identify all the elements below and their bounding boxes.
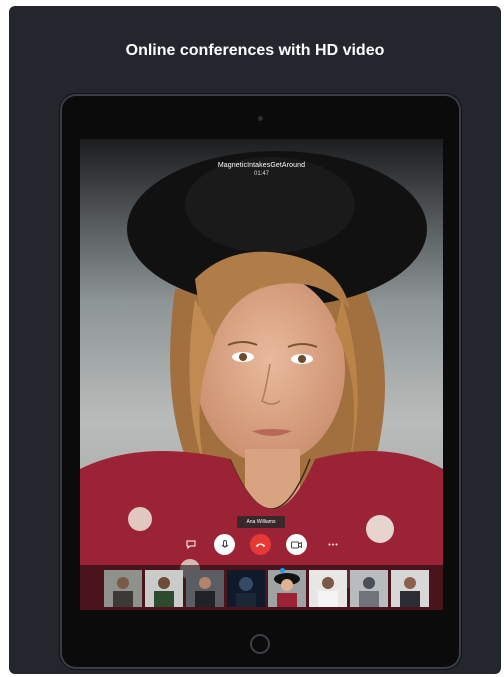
video-camera-icon: [291, 541, 302, 548]
participant-thumbnail[interactable]: [227, 570, 265, 607]
participant-thumbnail[interactable]: [350, 570, 388, 607]
camera-button[interactable]: [286, 534, 307, 555]
more-button[interactable]: [322, 534, 343, 555]
active-speaker-indicator: [280, 568, 285, 573]
phone-hangup-icon: [255, 543, 266, 547]
tablet-camera: [258, 116, 263, 121]
microphone-icon: [221, 539, 228, 547]
participant-thumbnail-active[interactable]: [268, 570, 306, 607]
microphone-button[interactable]: [214, 534, 235, 555]
end-call-button[interactable]: [250, 534, 271, 555]
participant-thumbnail[interactable]: [104, 570, 142, 607]
participant-name-badge: Ana Williams: [237, 516, 285, 528]
tablet-frame: MagneticIntakesGetAround 01:47 Ana Willi…: [60, 94, 461, 669]
call-timer: 01:47: [253, 171, 269, 177]
participant-thumbnail[interactable]: [186, 570, 224, 607]
call-title: MagneticIntakesGetAround: [217, 162, 306, 169]
promo-panel: Online conferences with HD video Magneti…: [9, 6, 501, 674]
participants-strip: [80, 565, 443, 610]
participant-thumbnail[interactable]: [145, 570, 183, 607]
headline: Online conferences with HD video: [125, 42, 385, 59]
video-call-screen: MagneticIntakesGetAround 01:47 Ana Willi…: [80, 139, 443, 610]
participant-thumbnail[interactable]: [309, 570, 347, 607]
more-dots-icon: [328, 543, 337, 546]
tablet-home-button: [250, 634, 270, 654]
participant-thumbnail[interactable]: [391, 570, 429, 607]
chat-button[interactable]: [180, 534, 201, 555]
chat-icon: [186, 540, 195, 549]
